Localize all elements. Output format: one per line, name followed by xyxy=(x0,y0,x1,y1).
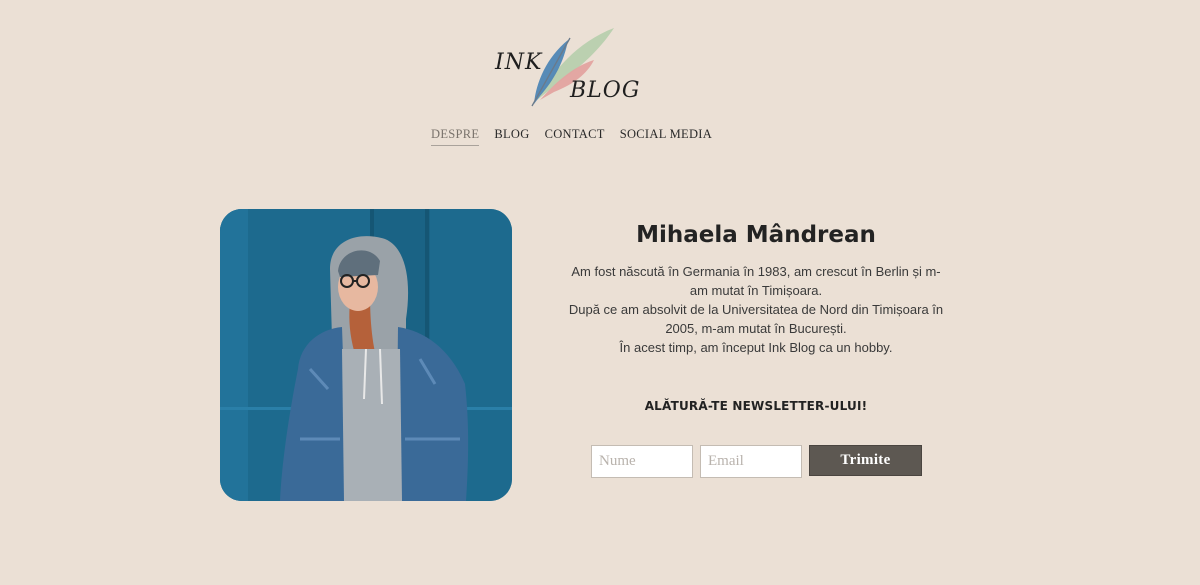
bio-line: După ce am absolvit de la Universitatea … xyxy=(568,302,944,336)
name-input[interactable] xyxy=(591,445,693,478)
nav-item-despre[interactable]: DESPRE xyxy=(431,127,480,146)
newsletter-form: Trimite xyxy=(591,445,922,478)
nav-item-contact[interactable]: CONTACT xyxy=(545,127,605,146)
profile-bio: Am fost născută în Germania în 1983, am … xyxy=(565,262,947,357)
logo-word-blog: BLOG xyxy=(570,78,641,103)
submit-button[interactable]: Trimite xyxy=(809,445,922,476)
profile-content: Mihaela Mândrean Am fost născută în Germ… xyxy=(565,222,947,357)
email-input[interactable] xyxy=(700,445,802,478)
bio-line: Am fost născută în Germania în 1983, am … xyxy=(571,264,941,298)
nav-item-blog[interactable]: BLOG xyxy=(494,127,529,146)
profile-name: Mihaela Mândrean xyxy=(636,222,876,248)
newsletter-title: ALĂTURĂ-TE NEWSLETTER-ULUI! xyxy=(644,399,868,413)
profile-photo xyxy=(220,209,512,501)
main-nav: DESPRE BLOG CONTACT SOCIAL MEDIA xyxy=(431,127,712,146)
bio-line: În acest timp, am început Ink Blog ca un… xyxy=(619,340,893,355)
ink-blog-logo[interactable]: INK BLOG xyxy=(492,22,639,108)
nav-item-social-media[interactable]: SOCIAL MEDIA xyxy=(620,127,712,146)
logo-word-ink: INK xyxy=(495,50,543,75)
